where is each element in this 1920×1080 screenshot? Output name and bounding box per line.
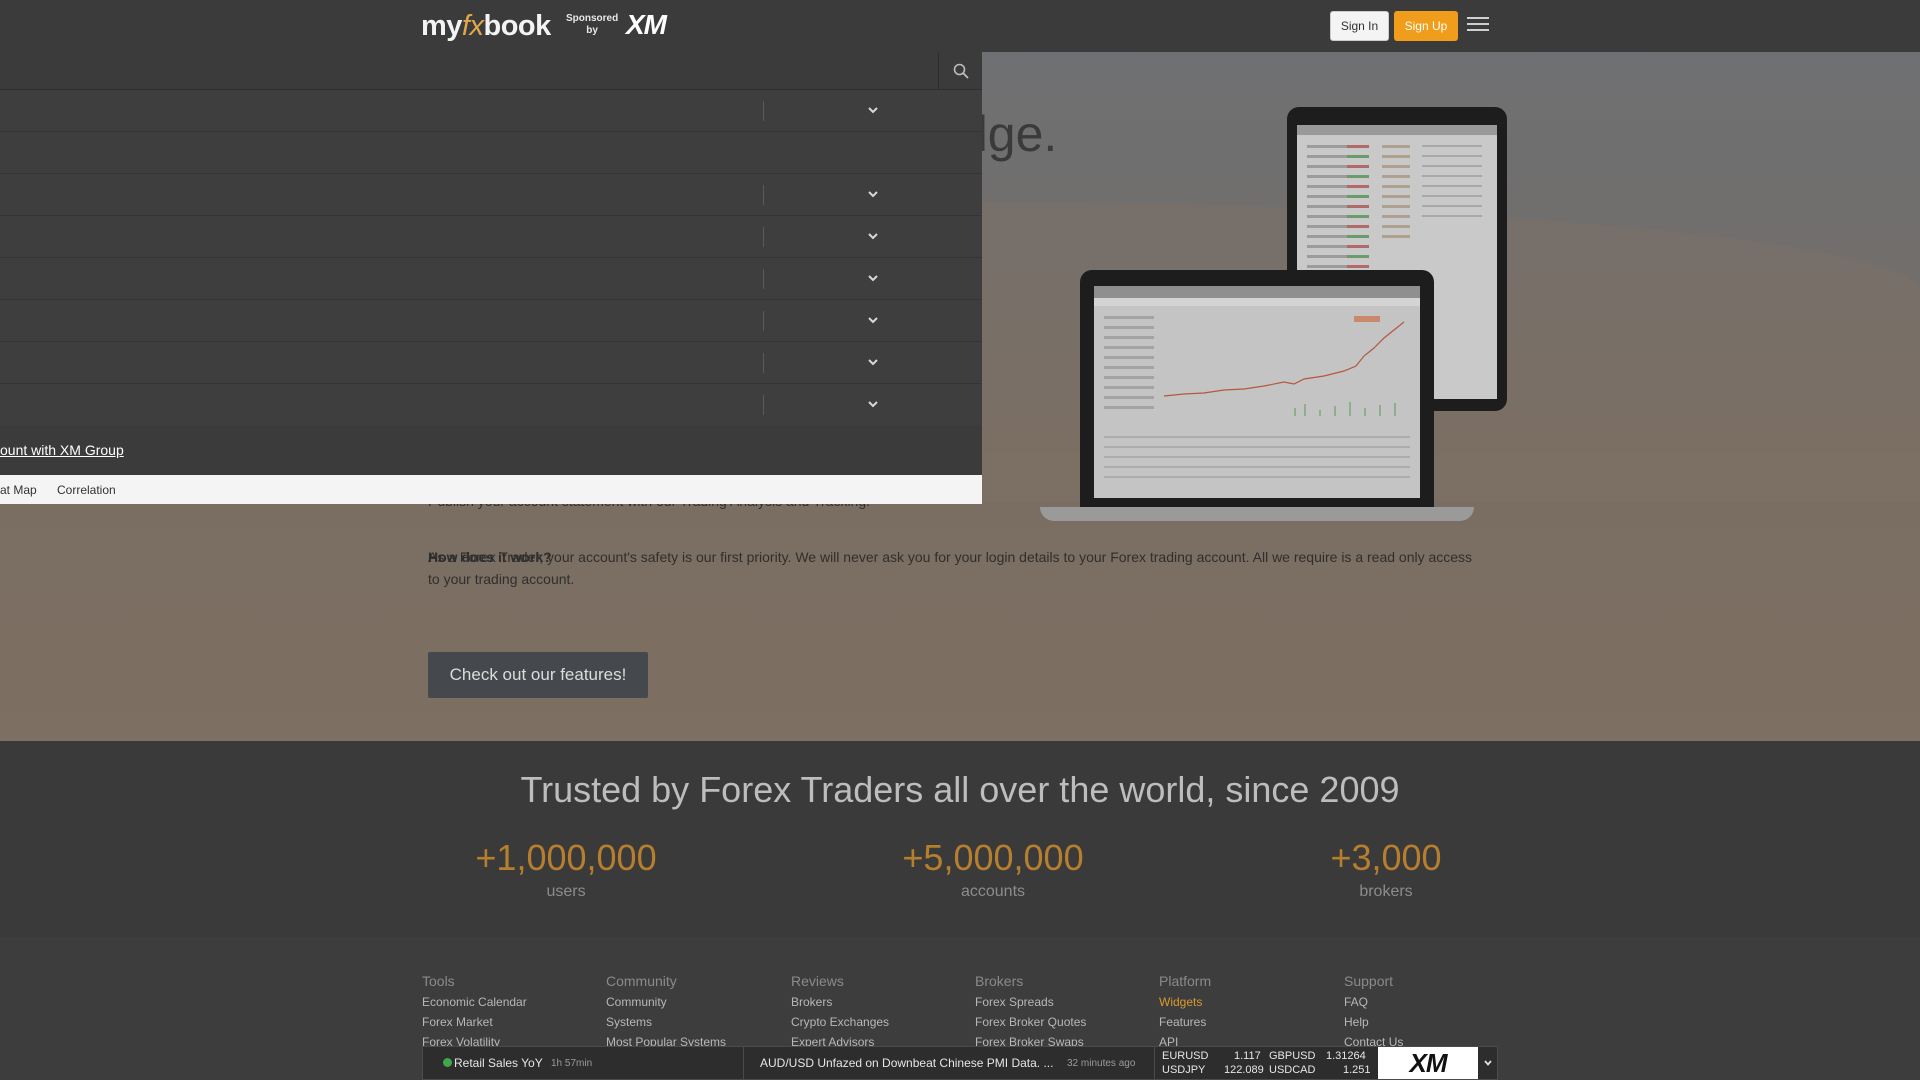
sign-up-button[interactable]: Sign Up bbox=[1394, 11, 1458, 41]
check-features-button[interactable]: Check out our features! bbox=[428, 652, 648, 698]
quote-symbol[interactable]: EURUSD bbox=[1162, 1050, 1208, 1062]
sign-in-button[interactable]: Sign In bbox=[1330, 11, 1389, 41]
footer-col-brokers: Brokers Forex Spreads Forex Broker Quote… bbox=[975, 973, 1087, 1049]
laptop-screenshot-image bbox=[1080, 270, 1434, 510]
chevron-down-icon[interactable] bbox=[866, 103, 880, 117]
footer-link[interactable]: Crypto Exchanges bbox=[791, 1015, 889, 1030]
chevron-down-icon[interactable] bbox=[866, 355, 880, 369]
chevron-down-icon[interactable] bbox=[866, 271, 880, 285]
footer-link[interactable]: Forex Broker Quotes bbox=[975, 1015, 1086, 1030]
footer-link[interactable]: Features bbox=[1159, 1015, 1211, 1030]
menu-row-7[interactable] bbox=[0, 342, 982, 384]
footer-col-tools: Tools Economic Calendar Forex Market For… bbox=[422, 973, 527, 1049]
xm-ticker-logo[interactable]: XM bbox=[1378, 1047, 1478, 1079]
quote-price: 1.251 bbox=[1343, 1064, 1371, 1076]
footer-link[interactable]: Forex Spreads bbox=[975, 995, 1086, 1010]
menu-row-4[interactable] bbox=[0, 216, 982, 258]
quote-symbol[interactable]: USDCAD bbox=[1269, 1064, 1315, 1076]
footer-link[interactable]: FAQ bbox=[1344, 995, 1403, 1010]
footer-link[interactable]: Systems bbox=[606, 1015, 726, 1030]
chevron-down-icon[interactable] bbox=[1479, 1047, 1497, 1079]
economic-event-item[interactable]: Retail Sales YoY 1h 57min bbox=[423, 1047, 744, 1079]
menu-row-3[interactable] bbox=[0, 174, 982, 216]
footer-col-reviews: Reviews Brokers Crypto Exchanges Expert … bbox=[791, 973, 890, 1049]
footer-link[interactable]: Community bbox=[606, 995, 726, 1010]
menu-row-1[interactable] bbox=[0, 90, 982, 132]
nav-dropdown-panel: ount with XM Group at Map Correlation bbox=[0, 52, 982, 504]
how-it-works-answer: As a Forex Trader, your account's safety… bbox=[428, 549, 1473, 587]
chevron-down-icon[interactable] bbox=[866, 187, 880, 201]
news-headline-time: 32 minutes ago bbox=[1067, 1058, 1136, 1069]
menu-row-8[interactable] bbox=[0, 384, 982, 426]
menu-row-6[interactable] bbox=[0, 300, 982, 342]
quote-price: 1.117 bbox=[1234, 1050, 1261, 1062]
menu-promo-bar: ount with XM Group bbox=[0, 425, 982, 475]
chevron-down-icon[interactable] bbox=[866, 313, 880, 327]
stat-users: +1,000,000 users bbox=[475, 837, 657, 900]
footer-link[interactable]: Widgets bbox=[1159, 995, 1211, 1010]
xm-account-promo-link[interactable]: ount with XM Group bbox=[0, 442, 124, 458]
quote-symbol[interactable]: GBPUSD bbox=[1269, 1050, 1315, 1062]
footer-link[interactable]: Economic Calendar bbox=[422, 995, 527, 1010]
trusted-section: Trusted by Forex Traders all over the wo… bbox=[0, 741, 1920, 937]
quick-link-correlation[interactable]: Correlation bbox=[57, 483, 116, 497]
top-navbar: myfxbook Sponsored by XM Sign In Sign Up bbox=[0, 0, 1920, 52]
footer-col-community: Community Community Systems Most Popular… bbox=[606, 973, 727, 1049]
quick-link-heat-map[interactable]: at Map bbox=[0, 483, 37, 497]
chevron-down-icon[interactable] bbox=[866, 229, 880, 243]
hamburger-menu-icon[interactable] bbox=[1467, 17, 1489, 33]
quote-price: 122.089 bbox=[1224, 1064, 1264, 1076]
footer-col-support: Support FAQ Help Contact Us bbox=[1344, 973, 1404, 1049]
quote-price: 1.31264 bbox=[1326, 1050, 1366, 1062]
menu-row-2[interactable] bbox=[0, 132, 982, 174]
quotes-panel: EURUSD 1.117 GBPUSD 1.31264 USDJPY 122.0… bbox=[1156, 1047, 1378, 1079]
menu-row-5[interactable] bbox=[0, 258, 982, 300]
xm-sponsor-logo[interactable]: XM bbox=[626, 9, 667, 41]
footer-col-platform: Platform Widgets Features API bbox=[1159, 973, 1212, 1049]
sponsored-by-label: Sponsored by bbox=[566, 13, 619, 36]
footer-link[interactable]: Forex Market bbox=[422, 1015, 527, 1030]
live-status-dot bbox=[443, 1058, 452, 1067]
quote-symbol[interactable]: USDJPY bbox=[1162, 1064, 1205, 1076]
news-headline-text[interactable]: AUD/USD Unfazed on Downbeat Chinese PMI … bbox=[760, 1056, 1053, 1070]
menu-search-bar[interactable] bbox=[0, 52, 982, 90]
chevron-down-icon[interactable] bbox=[866, 397, 880, 411]
myfxbook-logo[interactable]: myfxbook bbox=[421, 6, 551, 46]
stat-accounts: +5,000,000 accounts bbox=[902, 837, 1084, 900]
search-icon[interactable] bbox=[938, 52, 982, 90]
footer-link[interactable]: Brokers bbox=[791, 995, 889, 1010]
stat-brokers: +3,000 brokers bbox=[1330, 837, 1442, 900]
how-it-works-question: How does it work? bbox=[428, 549, 552, 565]
menu-quick-links: at Map Correlation bbox=[0, 475, 982, 504]
bottom-ticker-bar: Retail Sales YoY 1h 57min AUD/USD Unfaze… bbox=[422, 1046, 1498, 1080]
trusted-title: Trusted by Forex Traders all over the wo… bbox=[520, 769, 1400, 810]
footer-link[interactable]: Help bbox=[1344, 1015, 1403, 1030]
logo-wordmark: myfxbook bbox=[421, 9, 551, 42]
how-it-works-block: How does it work? As a Forex Trader, you… bbox=[428, 546, 1478, 590]
